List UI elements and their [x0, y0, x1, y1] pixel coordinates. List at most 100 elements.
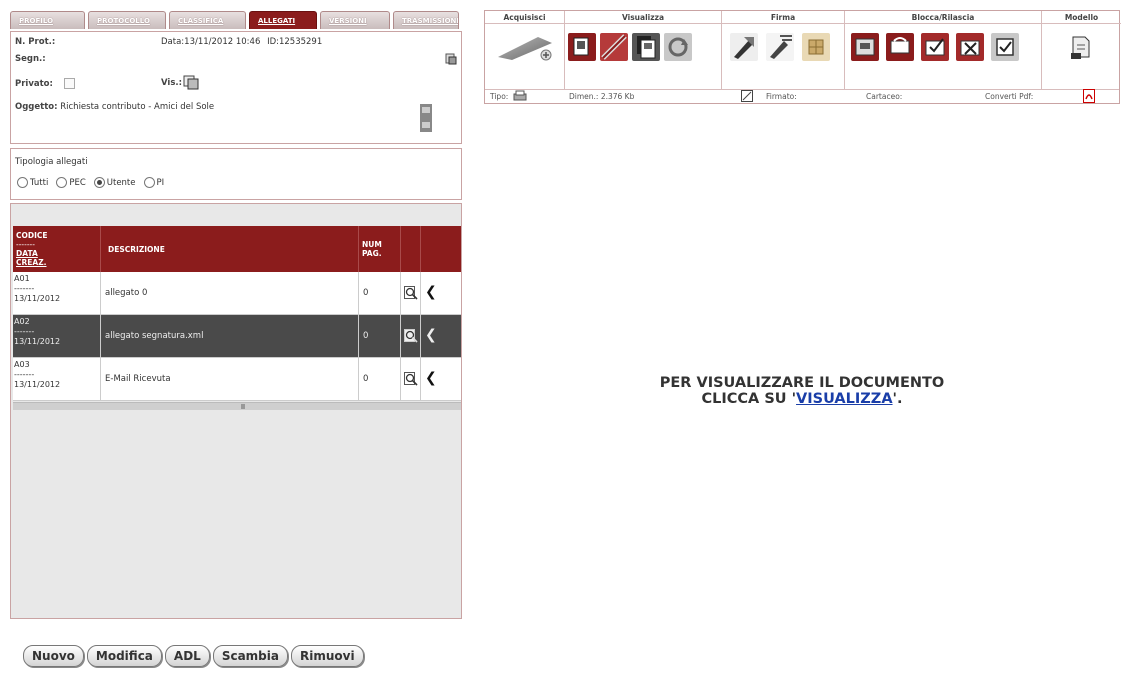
table-row[interactable]: A03 ------- 13/11/2012 E-Mail Ricevuta 0…: [13, 358, 461, 401]
chevron-left-icon[interactable]: ❮: [425, 284, 437, 300]
tab-bar: PROFILO PROTOCOLLO CLASSIFICA ALLEGATI V…: [10, 11, 462, 31]
pdf-icon[interactable]: [1083, 89, 1095, 103]
edit-document-icon[interactable]: [600, 33, 628, 61]
template-icon[interactable]: [1067, 33, 1095, 61]
tab-versioni[interactable]: VERSIONI: [320, 11, 390, 29]
magnifier-icon[interactable]: [404, 286, 418, 300]
cosign-icon[interactable]: [766, 33, 794, 61]
view-pdf-icon[interactable]: [632, 33, 660, 61]
group-acquisisci-title: Acquisisci: [485, 11, 564, 24]
header-codice: CODICE: [16, 231, 48, 240]
radio-utente[interactable]: Utente: [93, 177, 136, 188]
cell-action: ❮: [421, 358, 461, 400]
cell-view: [401, 315, 421, 357]
tab-allegati[interactable]: ALLEGATI: [249, 11, 317, 29]
table-header: CODICE ------- DATA CREAZ. DESCRIZIONE N…: [13, 226, 461, 272]
adl-button[interactable]: ADL: [164, 645, 210, 667]
row-data: 13/11/2012: [14, 337, 61, 346]
col-action-header: [421, 226, 461, 272]
row-codice: A03: [14, 360, 30, 369]
firmato-label: Firmato:: [766, 92, 797, 101]
document-toolbar: Acquisisci Visualizza Firma Blocca/Rilas…: [484, 10, 1121, 104]
horizontal-scrollbar[interactable]: [13, 402, 461, 410]
col-codice-header[interactable]: CODICE ------- DATA CREAZ.: [13, 226, 101, 272]
row-data: 13/11/2012: [14, 294, 61, 303]
header-pag: PAG.: [362, 249, 382, 258]
chevron-left-icon[interactable]: ❮: [425, 327, 437, 343]
group-firma: Firma: [722, 11, 845, 89]
cell-descrizione: allegato 0: [101, 272, 359, 314]
scambia-button[interactable]: Scambia: [212, 645, 288, 667]
radio-pec-dot[interactable]: [56, 177, 68, 188]
cell-action: ❮: [421, 315, 461, 357]
visualizza-link[interactable]: VISUALIZZA: [796, 391, 893, 407]
row-codice: A02: [14, 317, 30, 326]
tab-classifica[interactable]: CLASSIFICA: [169, 11, 246, 29]
radio-tutti-dot[interactable]: [17, 177, 28, 188]
message-suffix: '.: [892, 391, 903, 407]
vis-label: Vis.:: [161, 78, 183, 88]
table-row[interactable]: A01 ------- 13/11/2012 allegato 0 0 ❮: [13, 272, 461, 315]
modifica-button[interactable]: Modifica: [86, 645, 162, 667]
magnifier-icon[interactable]: [404, 372, 418, 386]
toolbar-footer: Tipo: Dimen.: 2.376 Kb Firmato: Cartaceo…: [485, 89, 1119, 104]
checkout-icon[interactable]: [921, 33, 949, 61]
cell-numpag: 0: [359, 315, 401, 357]
radio-pi-dot[interactable]: [143, 177, 155, 188]
chevron-left-icon[interactable]: ❮: [425, 370, 437, 386]
refresh-view-icon[interactable]: [664, 33, 692, 61]
smartcard-icon[interactable]: [802, 33, 830, 61]
cancel-checkout-icon[interactable]: [956, 33, 984, 61]
message-line2: CLICCA SU 'VISUALIZZA'.: [484, 391, 1120, 407]
cell-codice: A01 ------- 13/11/2012: [13, 272, 101, 314]
radio-pi[interactable]: PI: [143, 177, 164, 188]
tab-protocollo[interactable]: PROTOCOLLO: [88, 11, 166, 29]
nuovo-button[interactable]: Nuovo: [23, 645, 84, 667]
group-blocca-rilascia: Blocca/Rilascia: [845, 11, 1042, 89]
tipologia-allegati-panel: Tipologia allegati Tutti PEC Utente PI: [10, 148, 462, 200]
oggetto-label: Oggetto:: [15, 102, 58, 112]
visibility-icon[interactable]: [183, 74, 199, 90]
rimuovi-button[interactable]: Rimuovi: [290, 645, 364, 667]
col-descrizione-header[interactable]: DESCRIZIONE: [101, 226, 359, 272]
message-line1: PER VISUALIZZARE IL DOCUMENTO: [659, 375, 945, 391]
radio-tutti[interactable]: Tutti: [17, 177, 48, 188]
table-row[interactable]: A02 ------- 13/11/2012 allegato segnatur…: [13, 315, 461, 358]
col-numpag-header[interactable]: NUM PAG.: [359, 226, 401, 272]
segn-label: Segn.:: [15, 54, 46, 64]
radio-utente-dot[interactable]: [93, 177, 105, 188]
checkin-icon[interactable]: [991, 33, 1019, 61]
group-blocca-title: Blocca/Rilascia: [845, 11, 1041, 24]
privato-checkbox[interactable]: [63, 78, 75, 89]
tab-trasmissioni[interactable]: TRASMISSIONI: [393, 11, 459, 29]
firmato-status-icon: [741, 90, 753, 102]
cell-action: ❮: [421, 272, 461, 314]
cell-codice: A02 ------- 13/11/2012: [13, 315, 101, 357]
tab-profilo[interactable]: PROFILO: [10, 11, 85, 29]
document-info-panel: N. Prot.: Data:13/11/2012 10:46 ID:12535…: [10, 31, 462, 144]
radio-utente-label: Utente: [106, 177, 136, 188]
magnifier-icon[interactable]: [404, 329, 418, 343]
oggetto-scroll-icon[interactable]: [420, 104, 432, 132]
dimen-label: Dimen.: 2.376 Kb: [569, 92, 635, 101]
cartaceo-label: Cartaceo:: [866, 92, 903, 101]
scrollbar-thumb[interactable]: [241, 404, 245, 409]
group-visualizza-title: Visualizza: [565, 11, 721, 24]
sign-icon[interactable]: [730, 33, 758, 61]
header-data: DATA: [16, 249, 38, 258]
col-view-header: [401, 226, 421, 272]
unlock-icon[interactable]: [886, 33, 914, 61]
row-sep: -------: [14, 284, 35, 293]
cell-view: [401, 358, 421, 400]
row-codice: A01: [14, 274, 30, 283]
data-text: Data:13/11/2012 10:46: [161, 37, 261, 47]
stamp-icon[interactable]: [444, 52, 458, 66]
group-modello-title: Modello: [1042, 11, 1121, 24]
scanner-icon[interactable]: [493, 33, 555, 61]
header-sep: -------: [16, 240, 35, 249]
view-document-icon[interactable]: [568, 33, 596, 61]
radio-pec[interactable]: PEC: [56, 177, 86, 188]
cell-view: [401, 272, 421, 314]
message-prefix: CLICCA SU ': [701, 391, 797, 407]
lock-icon[interactable]: [851, 33, 879, 61]
